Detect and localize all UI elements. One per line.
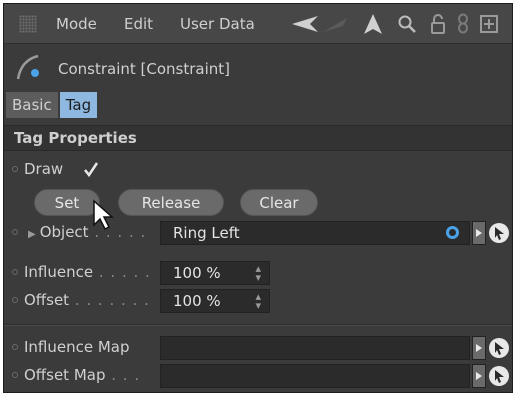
influence-map-arrow-button[interactable] <box>472 336 486 360</box>
object-arrow-button[interactable] <box>472 221 486 245</box>
menu-bar: Mode Edit User Data <box>4 4 512 44</box>
header-title: Constraint [Constraint] <box>58 60 231 78</box>
animation-dot-icon[interactable] <box>12 166 18 172</box>
object-link-value: Ring Left <box>173 224 240 242</box>
influence-value: 100 % <box>173 264 221 282</box>
object-row: ▶ Object . . . . . Ring Left <box>4 219 512 247</box>
object-label-group: ▶ Object . . . . . <box>28 223 146 241</box>
clear-button[interactable]: Clear <box>240 189 318 216</box>
drag-grip-icon[interactable] <box>19 15 37 33</box>
influence-field[interactable]: 100 % ▴ ▾ <box>160 261 270 285</box>
animation-dot-icon[interactable] <box>12 269 18 275</box>
offset-map-label-group: Offset Map . . . <box>24 366 140 384</box>
animation-dot-icon[interactable] <box>12 229 18 235</box>
offset-label: Offset <box>24 291 70 309</box>
influence-map-label: Influence Map <box>24 338 130 356</box>
spinner-arrows-icon[interactable]: ▴ ▾ <box>255 263 261 283</box>
offset-map-label-leader: . . . <box>105 366 141 384</box>
object-label: Object <box>39 223 89 241</box>
search-icon[interactable] <box>396 11 418 37</box>
influence-label: Influence <box>24 263 94 281</box>
set-button[interactable]: Set <box>34 189 100 216</box>
draw-row: Draw <box>4 156 512 184</box>
attribute-manager-panel: Mode Edit User Data Constraint [Constrai… <box>3 3 513 393</box>
forward-arrow-icon[interactable] <box>320 11 352 37</box>
influence-label-group: Influence . . . . . <box>24 263 151 281</box>
offset-label-group: Offset . . . . . . . <box>24 291 150 309</box>
offset-row: Offset . . . . . . . 100 % ▴ ▾ <box>4 287 512 315</box>
influence-map-field[interactable] <box>160 336 470 360</box>
object-link-field[interactable]: Ring Left <box>160 221 470 245</box>
link-icon[interactable] <box>454 11 472 37</box>
object-header: Constraint [Constraint] <box>4 49 512 87</box>
new-window-icon[interactable] <box>478 11 500 37</box>
lock-icon[interactable] <box>428 11 448 37</box>
tab-basic[interactable]: Basic <box>6 92 58 118</box>
section-title: Tag Properties <box>14 129 137 147</box>
constraint-tag-icon <box>14 53 44 81</box>
influence-map-row: Influence Map <box>4 334 512 362</box>
tab-bar: Basic Tag <box>6 92 98 118</box>
offset-label-leader: . . . . . . . <box>69 291 150 309</box>
spinner-arrows-icon[interactable]: ▴ ▾ <box>255 291 261 311</box>
animation-dot-icon[interactable] <box>12 372 18 378</box>
influence-row: Influence . . . . . 100 % ▴ ▾ <box>4 259 512 287</box>
offset-map-row: Offset Map . . . <box>4 362 512 390</box>
tab-tag[interactable]: Tag <box>59 92 98 118</box>
offset-field[interactable]: 100 % ▴ ▾ <box>160 289 270 313</box>
pick-session-icon[interactable] <box>487 336 511 360</box>
back-arrow-icon[interactable] <box>288 11 322 37</box>
up-arrow-icon[interactable] <box>360 11 386 37</box>
menu-edit[interactable]: Edit <box>124 14 153 34</box>
pick-session-icon[interactable] <box>487 364 511 388</box>
object-label-leader: . . . . . <box>88 223 147 241</box>
offset-map-field[interactable] <box>160 364 470 388</box>
influence-label-leader: . . . . . <box>93 263 151 281</box>
draw-label: Draw <box>24 160 64 178</box>
draw-checkbox[interactable] <box>82 160 100 178</box>
menu-mode[interactable]: Mode <box>56 14 97 34</box>
offset-map-arrow-button[interactable] <box>472 364 486 388</box>
section-divider <box>4 324 512 326</box>
animation-dot-icon[interactable] <box>12 297 18 303</box>
offset-map-label: Offset Map <box>24 366 106 384</box>
section-header: Tag Properties <box>4 125 512 151</box>
pick-session-icon[interactable] <box>487 221 511 245</box>
expand-triangle-icon[interactable]: ▶ <box>28 229 36 240</box>
offset-value: 100 % <box>173 292 221 310</box>
release-button[interactable]: Release <box>118 189 224 216</box>
animation-dot-icon[interactable] <box>12 344 18 350</box>
link-target-icon[interactable] <box>446 226 459 239</box>
menu-user-data[interactable]: User Data <box>180 14 255 34</box>
